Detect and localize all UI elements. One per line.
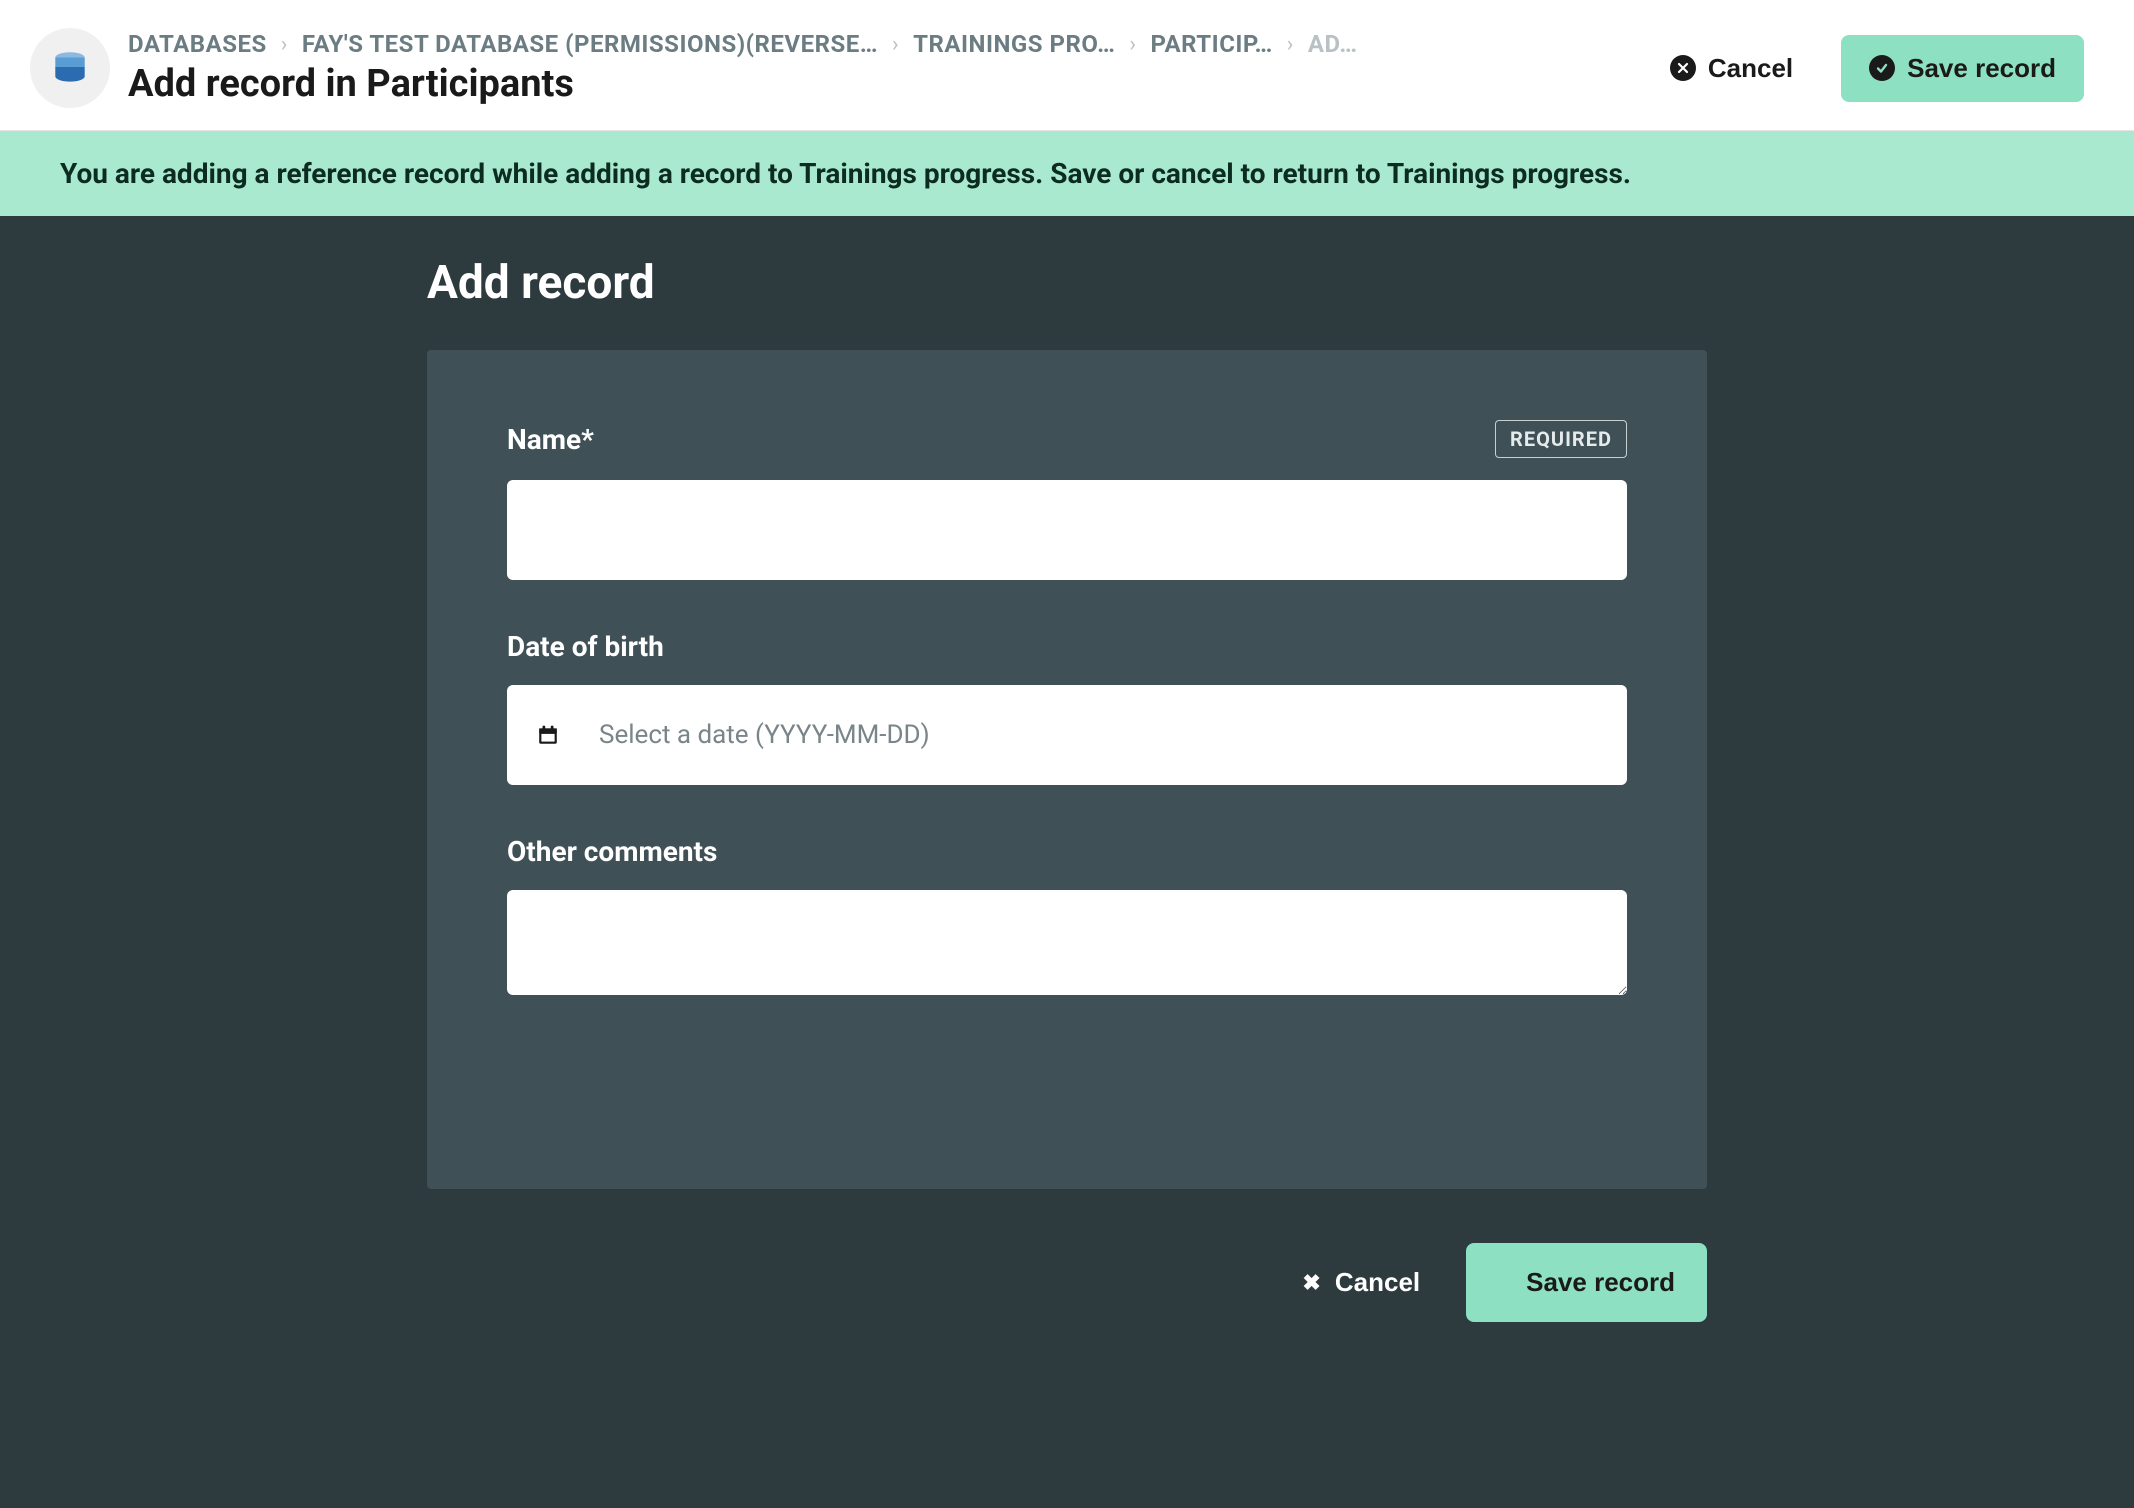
footer-actions: ✖ Cancel Save record xyxy=(427,1243,1707,1322)
cancel-button-label: Cancel xyxy=(1708,53,1793,84)
field-dob-label: Date of birth xyxy=(507,630,664,663)
header-text-block: DATABASES › FAY'S TEST DATABASE (PERMISS… xyxy=(128,30,1624,106)
breadcrumb-participants[interactable]: PARTICIP… xyxy=(1150,30,1272,58)
footer-cancel-label: Cancel xyxy=(1335,1267,1420,1298)
page-title: Add record in Participants xyxy=(128,62,1624,106)
breadcrumb: DATABASES › FAY'S TEST DATABASE (PERMISS… xyxy=(128,30,1624,58)
footer-cancel-button[interactable]: ✖ Cancel xyxy=(1280,1249,1442,1316)
form-card: Name* REQUIRED Date of birth xyxy=(427,350,1707,1189)
breadcrumb-trainings[interactable]: TRAININGS PRO… xyxy=(913,30,1115,58)
check-icon xyxy=(1869,55,1895,81)
date-input-wrapper[interactable] xyxy=(507,685,1627,785)
calendar-icon xyxy=(537,724,559,746)
other-comments-input[interactable] xyxy=(507,890,1627,995)
footer-save-label: Save record xyxy=(1526,1267,1675,1298)
save-record-button[interactable]: Save record xyxy=(1841,35,2084,102)
content-wrap: Add record Name* REQUIRED Date of birth xyxy=(427,256,1707,1322)
breadcrumb-databases[interactable]: DATABASES xyxy=(128,30,267,58)
field-comments-header: Other comments xyxy=(507,835,1627,868)
close-icon: ✖ xyxy=(1302,1272,1320,1294)
info-banner-text: You are adding a reference record while … xyxy=(60,157,1631,190)
name-input[interactable] xyxy=(507,480,1627,580)
main-content: Add record Name* REQUIRED Date of birth xyxy=(0,216,2134,1382)
required-badge: REQUIRED xyxy=(1495,420,1627,458)
cancel-button[interactable]: Cancel xyxy=(1642,35,1821,102)
breadcrumb-add[interactable]: AD… xyxy=(1308,30,1358,58)
chevron-right-icon: › xyxy=(892,32,899,57)
field-name-label: Name* xyxy=(507,423,594,456)
field-comments-label: Other comments xyxy=(507,835,717,868)
chevron-right-icon: › xyxy=(1129,32,1136,57)
database-icon xyxy=(30,28,110,108)
info-banner: You are adding a reference record while … xyxy=(0,131,2134,216)
section-title: Add record xyxy=(427,256,1707,310)
date-of-birth-input[interactable] xyxy=(599,720,1597,750)
field-name-header: Name* REQUIRED xyxy=(507,420,1627,458)
field-dob-header: Date of birth xyxy=(507,630,1627,663)
footer-save-record-button[interactable]: Save record xyxy=(1466,1243,1707,1322)
header-actions: Cancel Save record xyxy=(1642,35,2084,102)
page-header: DATABASES › FAY'S TEST DATABASE (PERMISS… xyxy=(0,0,2134,131)
chevron-right-icon: › xyxy=(1287,32,1294,57)
save-button-label: Save record xyxy=(1907,53,2056,84)
database-cylinder-icon xyxy=(49,47,91,89)
close-icon xyxy=(1670,55,1696,81)
check-icon xyxy=(1498,1267,1512,1298)
chevron-right-icon: › xyxy=(281,32,288,57)
breadcrumb-database[interactable]: FAY'S TEST DATABASE (PERMISSIONS)(REVERS… xyxy=(302,30,878,58)
field-other-comments: Other comments xyxy=(507,835,1627,999)
field-name: Name* REQUIRED xyxy=(507,420,1627,580)
field-date-of-birth: Date of birth xyxy=(507,630,1627,785)
